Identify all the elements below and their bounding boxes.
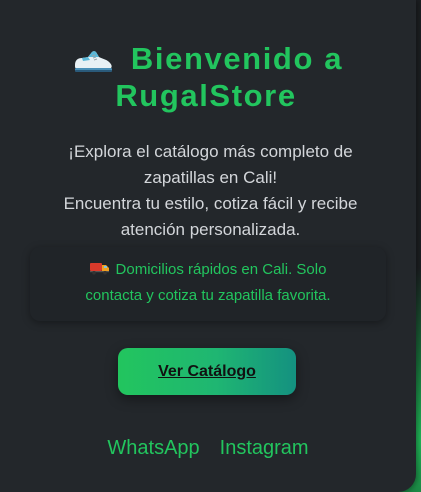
instagram-link[interactable]: Instagram — [220, 437, 309, 460]
notice-line-2: contacta y cotiza tu zapatilla favorita. — [85, 287, 331, 304]
running-shoe-icon — [74, 50, 112, 72]
delivery-notice: Domicilios rápidos en Cali. Solo contact… — [30, 247, 386, 321]
view-catalog-button[interactable]: Ver Catálogo — [118, 348, 296, 395]
social-links: WhatsApp Instagram — [0, 437, 416, 460]
intro-line-1: ¡Explora el catálogo más completo de — [68, 142, 353, 161]
notice-line-1: Domicilios rápidos en Cali. Solo — [115, 261, 327, 278]
delivery-truck-icon — [89, 263, 109, 275]
page-title: Bienvenido a RugalStore — [0, 40, 416, 114]
intro-line-3: Encuentra tu estilo, cotiza fácil y reci… — [63, 194, 358, 213]
page: Bienvenido a RugalStore ¡Explora el catá… — [0, 0, 421, 492]
welcome-card: Bienvenido a RugalStore ¡Explora el catá… — [0, 0, 416, 492]
intro-text: ¡Explora el catálogo más completo de zap… — [0, 139, 421, 243]
intro-line-4: atención personalizada. — [120, 220, 301, 239]
whatsapp-link[interactable]: WhatsApp — [107, 437, 199, 460]
title-line-1: Bienvenido a — [130, 41, 344, 76]
intro-line-2: zapatillas en Cali! — [143, 168, 278, 187]
title-line-2: RugalStore — [115, 78, 297, 113]
